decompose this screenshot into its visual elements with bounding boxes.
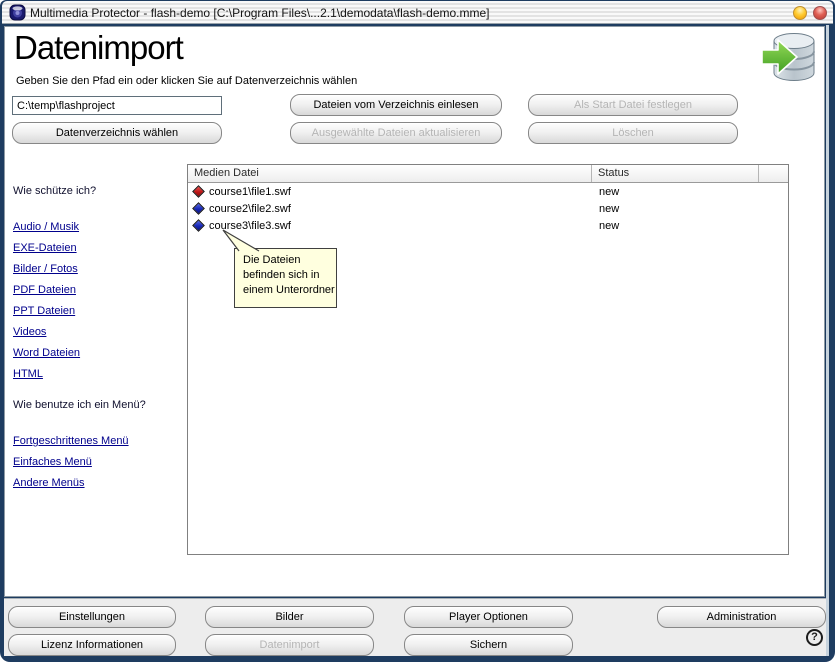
- media-file-list: Medien Datei Status course1\file1.swf new…: [187, 164, 789, 555]
- sidebar-link[interactable]: Bilder / Fotos: [13, 263, 80, 284]
- close-button[interactable]: [813, 6, 827, 20]
- administration-button[interactable]: Administration: [657, 606, 826, 628]
- sidebar-link[interactable]: Audio / Musik: [13, 221, 80, 242]
- sidebar-link[interactable]: Videos: [13, 326, 80, 347]
- sidebar-menu-links: Fortgeschrittenes MenüEinfaches MenüAnde…: [13, 435, 129, 498]
- file-name: course2\file2.swf: [209, 203, 291, 215]
- blue-diamond-icon: [192, 219, 205, 232]
- tooltip-line: Die Dateien: [243, 253, 336, 268]
- sidebar-link[interactable]: PDF Dateien: [13, 284, 80, 305]
- sidebar-heading-menu: Wie benutze ich ein Menü?: [13, 399, 146, 411]
- tooltip-tail: [219, 227, 265, 253]
- tooltip-subfolder-note: Die Dateienbefinden sich ineinem Unteror…: [234, 248, 337, 308]
- path-input[interactable]: [12, 96, 222, 115]
- tooltip-line: befinden sich in: [243, 268, 336, 283]
- list-rows: course1\file1.swf new course2\file2.swf new…: [188, 183, 788, 234]
- license-info-button[interactable]: Lizenz Informationen: [8, 634, 176, 656]
- file-cell: course1\file1.swf: [188, 186, 592, 198]
- sidebar-link[interactable]: HTML: [13, 368, 80, 389]
- help-icon[interactable]: ?: [806, 629, 823, 646]
- sidebar-link[interactable]: Fortgeschrittenes Menü: [13, 435, 129, 456]
- column-header-media-file[interactable]: Medien Datei: [188, 165, 592, 182]
- file-name: course1\file1.swf: [209, 186, 291, 198]
- window-edge-stripe: [826, 25, 829, 656]
- file-cell: course2\file2.swf: [188, 203, 592, 215]
- table-row[interactable]: course2\file2.swf new: [188, 200, 788, 217]
- data-import-button[interactable]: Datenimport: [205, 634, 374, 656]
- images-button[interactable]: Bilder: [205, 606, 374, 628]
- page-subtitle: Geben Sie den Pfad ein oder klicken Sie …: [16, 75, 357, 87]
- sidebar-link[interactable]: EXE-Dateien: [13, 242, 80, 263]
- sidebar-protect-links: Audio / MusikEXE-DateienBilder / FotosPD…: [13, 221, 80, 389]
- save-button[interactable]: Sichern: [404, 634, 573, 656]
- title-bar[interactable]: Multimedia Protector - flash-demo [C:\Pr…: [2, 1, 833, 24]
- app-icon: [9, 4, 26, 21]
- sidebar-heading-protect: Wie schütze ich?: [13, 185, 96, 197]
- blue-diamond-icon: [192, 202, 205, 215]
- player-options-button[interactable]: Player Optionen: [404, 606, 573, 628]
- red-diamond-icon: [192, 185, 205, 198]
- main-panel: Datenimport Geben Sie den Pfad ein oder …: [4, 26, 825, 597]
- window-title: Multimedia Protector - flash-demo [C:\Pr…: [30, 6, 490, 20]
- read-files-button[interactable]: Dateien vom Verzeichnis einlesen: [290, 94, 502, 116]
- sidebar-link[interactable]: Andere Menüs: [13, 477, 129, 498]
- status-cell: new: [592, 186, 759, 198]
- column-header-status[interactable]: Status: [592, 165, 759, 182]
- sidebar-link[interactable]: Einfaches Menü: [13, 456, 129, 477]
- page-title: Datenimport: [14, 29, 183, 67]
- sidebar-link[interactable]: PPT Dateien: [13, 305, 80, 326]
- delete-button[interactable]: Löschen: [528, 122, 738, 144]
- table-row[interactable]: course1\file1.swf new: [188, 183, 788, 200]
- tooltip-line: einem Unterordner: [243, 283, 336, 298]
- minimize-button[interactable]: [793, 6, 807, 20]
- set-start-file-button[interactable]: Als Start Datei festlegen: [528, 94, 738, 116]
- column-header-empty: [759, 165, 788, 182]
- table-row[interactable]: course3\file3.swfnew: [188, 217, 788, 234]
- list-header: Medien Datei Status: [188, 165, 788, 183]
- settings-button[interactable]: Einstellungen: [8, 606, 176, 628]
- choose-directory-button[interactable]: Datenverzeichnis wählen: [12, 122, 222, 144]
- update-selected-button[interactable]: Ausgewählte Dateien aktualisieren: [290, 122, 502, 144]
- status-cell: new: [592, 220, 759, 232]
- database-import-icon: [759, 31, 817, 85]
- sidebar-link[interactable]: Word Dateien: [13, 347, 80, 368]
- status-cell: new: [592, 203, 759, 215]
- footer-bar: Einstellungen Bilder Player Optionen Adm…: [4, 598, 829, 656]
- app-window: Multimedia Protector - flash-demo [C:\Pr…: [0, 0, 835, 662]
